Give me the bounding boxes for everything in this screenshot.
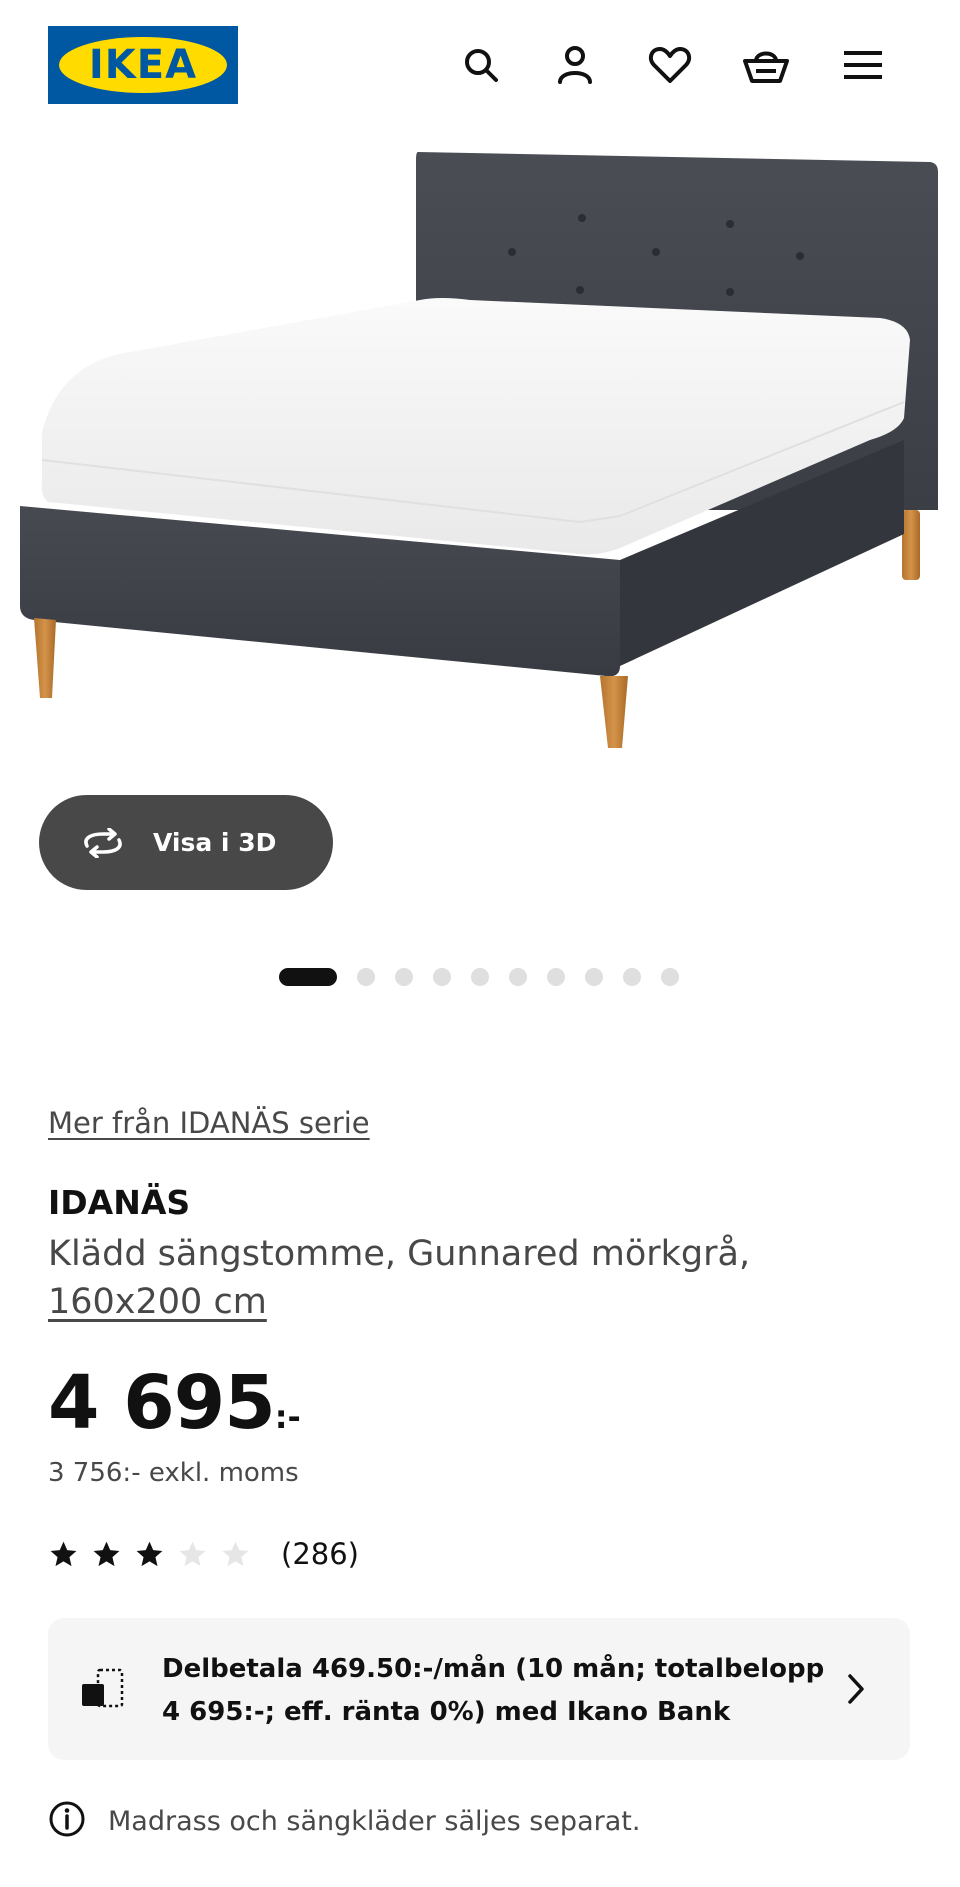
price-suffix: :- (274, 1398, 301, 1436)
product-name: IDANÄS (48, 1183, 191, 1222)
menu-icon[interactable] (838, 40, 888, 90)
site-header: IKEA (0, 0, 960, 130)
carousel-dot[interactable] (547, 968, 565, 986)
carousel-dot-active[interactable] (279, 968, 337, 986)
user-icon[interactable] (550, 40, 600, 90)
installment-offer[interactable]: Delbetala 469.50:-/mån (10 mån; totalbel… (48, 1618, 910, 1760)
product-price: 4 695:- (48, 1360, 301, 1446)
search-icon[interactable] (456, 40, 506, 90)
view-in-3d-button[interactable]: Visa i 3D (39, 795, 333, 890)
product-size-link[interactable]: 160x200 cm (48, 1282, 267, 1322)
carousel-dot[interactable] (661, 968, 679, 986)
price-amount: 4 695 (48, 1360, 276, 1446)
product-image[interactable] (0, 130, 960, 790)
star-filled-icon (50, 1541, 77, 1566)
carousel-dot[interactable] (395, 968, 413, 986)
star-empty-icon (222, 1541, 249, 1566)
chevron-right-icon (846, 1672, 866, 1710)
star-filled-icon (136, 1541, 163, 1566)
carousel-dot[interactable] (471, 968, 489, 986)
rotate-3d-icon (79, 827, 127, 858)
star-filled-icon (93, 1541, 120, 1566)
product-description: Klädd sängstomme, Gunnared mörkgrå, 160x… (48, 1230, 928, 1326)
logo-text: IKEA (88, 42, 198, 88)
logo-oval: IKEA (59, 37, 227, 93)
review-count[interactable]: (286) (281, 1537, 359, 1571)
rating[interactable]: (286) (48, 1537, 359, 1571)
info-icon (48, 1800, 86, 1842)
carousel-dot[interactable] (623, 968, 641, 986)
info-note-text: Madrass och sängkläder säljes separat. (108, 1805, 641, 1837)
price-ex-vat: 3 756:- exkl. moms (48, 1458, 299, 1488)
series-link[interactable]: Mer från IDANÄS serie (48, 1106, 370, 1140)
info-note: Madrass och sängkläder säljes separat. (48, 1800, 640, 1842)
bed-illustration (20, 152, 938, 748)
ikea-logo[interactable]: IKEA (48, 26, 238, 104)
star-empty-icon (179, 1541, 206, 1566)
installment-text: Delbetala 469.50:-/mån (10 mån; totalbel… (162, 1654, 825, 1727)
product-description-text: Klädd sängstomme, Gunnared mörkgrå, (48, 1234, 751, 1274)
basket-icon[interactable] (741, 40, 791, 90)
heart-icon[interactable] (645, 40, 695, 90)
carousel-dot[interactable] (585, 968, 603, 986)
carousel-pagination (279, 968, 699, 986)
carousel-dot[interactable] (509, 968, 527, 986)
carousel-dot[interactable] (357, 968, 375, 986)
carousel-dot[interactable] (433, 968, 451, 986)
view-in-3d-label: Visa i 3D (153, 828, 277, 857)
payment-icon (80, 1666, 126, 1714)
